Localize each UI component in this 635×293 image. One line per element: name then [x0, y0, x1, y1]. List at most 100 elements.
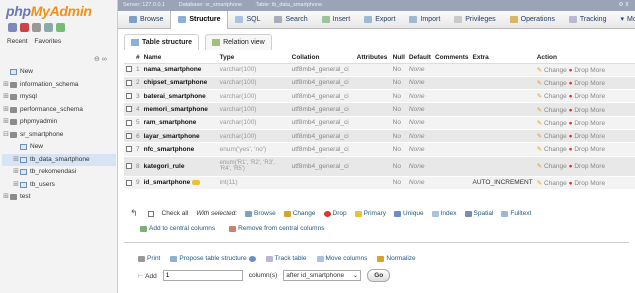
drop-button[interactable]: ● Drop — [569, 67, 589, 74]
drop-button[interactable]: ● Drop — [569, 146, 589, 153]
row-checkbox[interactable] — [124, 102, 134, 117]
help-icon[interactable] — [248, 255, 256, 262]
table-row[interactable]: 1 nama_smartphone varchar(100) utf8mb4_gene… — [124, 63, 635, 77]
expand-icon[interactable]: ⊞ — [12, 154, 20, 167]
tab-export[interactable]: Export — [357, 11, 402, 29]
nav-tab-favorites[interactable]: Favorites — [34, 38, 61, 45]
docs-icon[interactable] — [32, 23, 41, 32]
expand-icon[interactable]: ⊞ — [2, 104, 10, 117]
table-row[interactable]: 3 baterai_smartphone varchar(100) utf8mb4_g… — [124, 89, 635, 104]
more-button[interactable]: More — [590, 107, 605, 114]
add-count-input[interactable] — [162, 270, 243, 281]
row-checkbox[interactable] — [124, 129, 134, 144]
tree-item-performance-schema[interactable]: ⊞ performance_schema — [2, 104, 116, 117]
expand-icon[interactable]: ⊞ — [2, 191, 10, 204]
change-button[interactable]: ✎ Change — [537, 120, 567, 127]
subtab-relation-view[interactable]: Relation view — [205, 34, 272, 50]
propose-structure-link[interactable]: Propose table structure — [170, 255, 256, 262]
tab-structure[interactable]: Structure — [170, 10, 229, 29]
row-checkbox[interactable] — [124, 176, 134, 190]
expand-icon[interactable]: ⊞ — [2, 116, 10, 129]
normalize-link[interactable]: Normalize — [377, 255, 416, 262]
more-button[interactable]: More — [590, 163, 605, 170]
header-collation[interactable]: Collation — [289, 52, 355, 64]
more-button[interactable]: More — [590, 120, 605, 127]
tree-item-tb-users[interactable]: ⊞ tb_users — [2, 179, 116, 192]
tab-tracking[interactable]: Tracking — [562, 11, 614, 29]
header-extra[interactable]: Extra — [470, 52, 535, 64]
check-all-checkbox[interactable] — [147, 210, 154, 217]
table-row[interactable]: 4 memori_smartphone varchar(100) utf8mb4_ge… — [124, 102, 635, 117]
breadcrumb-server[interactable]: Server: 127.0.0.1 — [123, 2, 165, 8]
nav-tab-recent[interactable]: Recent — [7, 38, 28, 45]
link-collapse-icon[interactable]: ⊖ ∞ — [94, 55, 107, 63]
home-icon[interactable] — [8, 23, 17, 32]
expand-icon[interactable]: ⊞ — [12, 166, 20, 179]
bulk-index-button[interactable]: Index — [431, 210, 457, 217]
go-button[interactable]: Go — [367, 269, 391, 282]
phpmyadmin-logo[interactable]: phpMyAdmin — [6, 3, 92, 19]
tree-item-mysql[interactable]: ⊞ mysql — [2, 91, 116, 104]
change-button[interactable]: ✎ Change — [537, 67, 567, 74]
expand-icon[interactable]: ⊞ — [12, 179, 20, 192]
remove-central-columns-button[interactable]: Remove from central columns — [229, 225, 324, 232]
header-default[interactable]: Default — [406, 52, 433, 64]
drop-button[interactable]: ● Drop — [569, 120, 589, 127]
header-attributes[interactable]: Attributes — [354, 52, 391, 64]
tab-insert[interactable]: Insert — [315, 11, 358, 29]
drop-button[interactable]: ● Drop — [569, 133, 589, 140]
row-checkbox[interactable] — [124, 89, 134, 104]
tree-item-new-table[interactable]: New — [2, 141, 116, 154]
change-button[interactable]: ✎ Change — [537, 93, 567, 100]
tab-search[interactable]: Search — [267, 11, 314, 29]
more-button[interactable]: More — [590, 180, 605, 187]
row-checkbox[interactable] — [124, 116, 134, 130]
tab-browse[interactable]: Browse — [122, 11, 170, 29]
more-button[interactable]: More — [590, 93, 605, 100]
expand-icon[interactable]: ⊞ — [2, 79, 10, 92]
reload-icon[interactable] — [56, 23, 65, 32]
more-button[interactable]: More — [590, 133, 605, 140]
breadcrumb-table[interactable]: Table: tb_data_smartphone — [255, 2, 322, 8]
row-checkbox[interactable] — [124, 76, 134, 91]
bulk-change-button[interactable]: Change — [283, 210, 316, 217]
checkbox[interactable] — [126, 79, 132, 86]
checkbox[interactable] — [126, 132, 132, 139]
check-all-label[interactable]: Check all — [162, 210, 189, 217]
tree-item-information-schema[interactable]: ⊞ information_schema — [2, 79, 116, 92]
table-row[interactable]: 2 chipset_smartphone varchar(100) utf8mb4_g… — [124, 76, 635, 91]
table-row[interactable]: 5 ram_smartphone varchar(100) utf8mb4_gener… — [124, 116, 635, 130]
tree-item-tb-data-smartphone[interactable]: ⊞ tb_data_smartphone — [2, 153, 116, 167]
subtab-table-structure[interactable]: Table structure — [124, 34, 200, 50]
settings-icon[interactable] — [44, 23, 53, 32]
change-button[interactable]: ✎ Change — [537, 133, 567, 140]
checkbox[interactable] — [126, 119, 132, 126]
checkbox[interactable] — [126, 106, 132, 113]
bulk-unique-button[interactable]: Unique — [394, 210, 424, 217]
breadcrumb-database[interactable]: Database: sr_smartphone — [179, 2, 242, 8]
tree-item-phpmyadmin[interactable]: ⊞ phpmyadmin — [2, 116, 116, 129]
print-link[interactable]: Print — [138, 255, 160, 262]
tab-operations[interactable]: Operations — [503, 11, 562, 29]
header-name[interactable]: Name — [141, 52, 218, 64]
move-columns-link[interactable]: Move columns — [316, 255, 367, 262]
more-button[interactable]: More — [590, 146, 605, 153]
position-select[interactable]: after id_smartphone ⌄ — [283, 270, 362, 281]
table-row[interactable]: 6 layar_smartphone varchar(100) utf8mb4_gen… — [124, 129, 635, 144]
checkbox[interactable] — [126, 66, 132, 73]
table-row[interactable]: 8 kategori_rule enum('R1', 'R2', 'R3', 'R4… — [124, 156, 635, 177]
checkbox[interactable] — [126, 146, 132, 153]
tree-item-test[interactable]: ⊞ test — [2, 191, 116, 204]
gear-icon[interactable]: ⚙ ⊼ — [619, 0, 629, 11]
more-button[interactable]: More — [590, 67, 605, 74]
row-checkbox[interactable] — [124, 142, 134, 157]
change-button[interactable]: ✎ Change — [537, 146, 567, 153]
change-button[interactable]: ✎ Change — [537, 163, 567, 170]
tab-more[interactable]: ▾More — [613, 11, 635, 29]
checkbox[interactable] — [126, 179, 132, 186]
header-null[interactable]: Null — [390, 52, 407, 64]
bulk-browse-button[interactable]: Browse — [245, 210, 276, 217]
logout-icon[interactable] — [20, 23, 29, 32]
row-checkbox[interactable] — [124, 63, 134, 77]
header-type[interactable]: Type — [217, 52, 290, 64]
